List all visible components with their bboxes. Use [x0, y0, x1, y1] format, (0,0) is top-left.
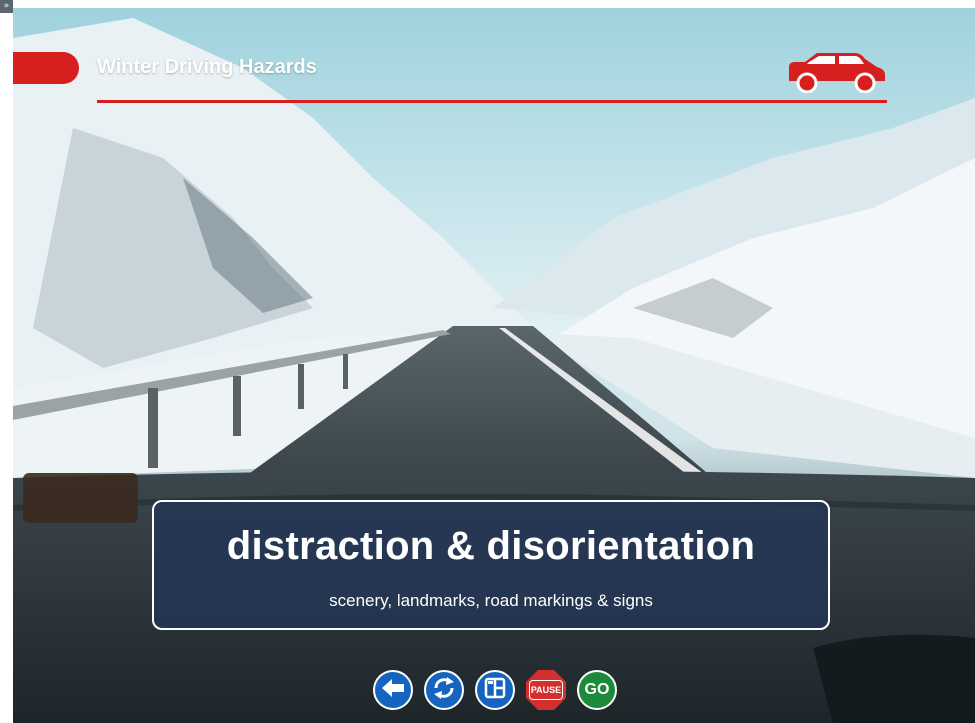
- go-button[interactable]: GO: [577, 670, 617, 710]
- grid-menu-icon: [484, 677, 506, 704]
- go-sign-label: GO: [584, 681, 610, 698]
- caption-subheading: scenery, landmarks, road markings & sign…: [329, 591, 653, 610]
- car-icon: [785, 53, 889, 93]
- title-divider: [97, 100, 887, 103]
- replay-button[interactable]: [424, 670, 464, 710]
- title-accent-pill: [13, 52, 79, 84]
- pause-button[interactable]: PAUSE: [526, 670, 566, 710]
- arrow-left-icon: [380, 677, 406, 704]
- sidebar-toggle-button[interactable]: »: [0, 0, 13, 13]
- playback-controls: PAUSE GO: [13, 670, 975, 720]
- page-title: Winter Driving Hazards: [97, 56, 317, 78]
- pause-sign-label: PAUSE: [528, 680, 564, 700]
- caption-box: distraction & disorientation scenery, la…: [152, 500, 830, 630]
- winter-road-scene: Winter Driving Hazards distraction & dis…: [13, 8, 975, 723]
- back-button[interactable]: [373, 670, 413, 710]
- menu-button[interactable]: [475, 670, 515, 710]
- caption-heading: distraction & disorientation: [226, 524, 756, 568]
- replay-icon: [431, 675, 457, 706]
